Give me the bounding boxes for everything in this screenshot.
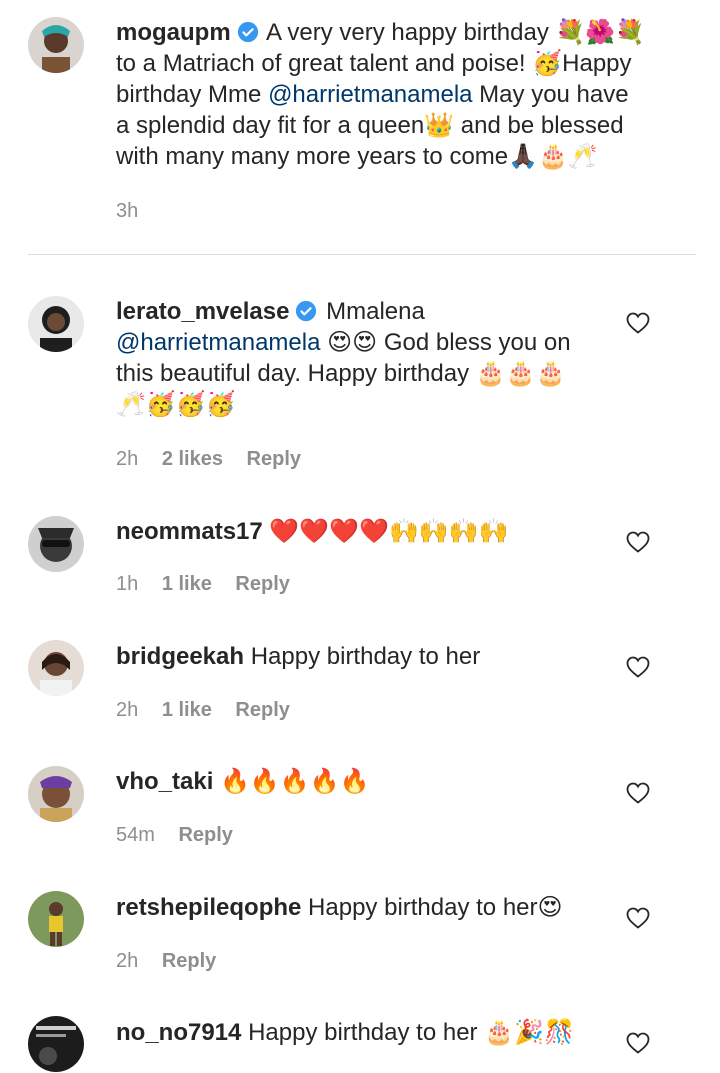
comment-text: 😍😍 God bless you on [320, 329, 571, 356]
username[interactable]: lerato_mvelase [116, 298, 289, 325]
heart-outline-icon[interactable] [626, 907, 650, 929]
comment-body: lerato_mvelase Mmalena @harrietmanamela … [116, 296, 646, 420]
comment-text: May you have [472, 81, 629, 108]
username[interactable]: mogaupm [116, 19, 231, 46]
comment-text: 🔥🔥🔥🔥🔥 [220, 768, 370, 795]
reply-button[interactable]: Reply [235, 699, 289, 721]
avatar-neommats17[interactable] [28, 516, 84, 572]
comment-body: vho_taki 🔥🔥🔥🔥🔥 [116, 766, 646, 797]
divider [28, 254, 696, 255]
timestamp: 2h [116, 448, 139, 470]
avatar-mogaupm[interactable] [28, 17, 84, 73]
comment-body: no_no7914 Happy birthday to her 🎂🎉🎊 [116, 1017, 646, 1048]
comment-meta: 3h [116, 200, 156, 223]
avatar-retshepileqophe[interactable] [28, 891, 84, 947]
comment-body: retshepileqophe Happy birthday to her😍 [116, 892, 646, 923]
comment-text: Happy birthday to her [250, 643, 481, 670]
mention-link[interactable]: @harrietmanamela [268, 81, 472, 108]
likes-count[interactable]: 1 like [162, 699, 212, 721]
comment-meta: 54m Reply [116, 824, 251, 847]
heart-outline-icon[interactable] [626, 656, 650, 678]
username[interactable]: no_no7914 [116, 1019, 241, 1046]
verified-badge-icon [296, 300, 317, 322]
reply-button[interactable]: Reply [247, 448, 301, 470]
username[interactable]: neommats17 [116, 518, 263, 545]
timestamp: 1h [116, 573, 139, 595]
mention-link[interactable]: @harrietmanamela [116, 329, 320, 356]
username[interactable]: retshepileqophe [116, 894, 301, 921]
avatar-vho-taki[interactable] [28, 766, 84, 822]
timestamp: 3h [116, 200, 139, 222]
comment-text: 🥂🥳🥳🥳 [116, 391, 236, 418]
avatar-lerato-mvelase[interactable] [28, 296, 84, 352]
verified-badge-icon [237, 21, 258, 43]
heart-outline-icon[interactable] [626, 312, 650, 334]
comment-text: with many many more years to come🙏🏿🎂🥂 [116, 143, 598, 170]
comment-text: a splendid day fit for a queen👑 and be b… [116, 112, 624, 139]
reply-button[interactable]: Reply [178, 824, 232, 846]
comment-meta: 1h 1 like Reply [116, 573, 308, 596]
timestamp: 2h [116, 950, 139, 972]
comment-text: Happy birthday to her😍 [308, 894, 563, 921]
comment-text: to a Matriach of great talent and poise!… [116, 50, 632, 77]
comment-text: ❤️❤️❤️❤️🙌🙌🙌🙌 [269, 518, 509, 545]
reply-button[interactable]: Reply [235, 573, 289, 595]
comment-text: birthday Mme [116, 81, 269, 108]
timestamp: 54m [116, 824, 155, 846]
comment-body: neommats17 ❤️❤️❤️❤️🙌🙌🙌🙌 [116, 516, 646, 547]
comment-meta: 2h 2 likes Reply [116, 448, 319, 471]
heart-outline-icon[interactable] [626, 782, 650, 804]
username[interactable]: vho_taki [116, 768, 213, 795]
comment-meta: 2h Reply [116, 950, 234, 973]
comment-body: mogaupm A very very happy birthday 💐🌺💐 t… [116, 17, 646, 172]
timestamp: 2h [116, 699, 139, 721]
comment-text: A very very happy birthday 💐🌺💐 [266, 19, 646, 46]
comment-body: bridgeekah Happy birthday to her [116, 641, 646, 672]
comment-text: this beautiful day. Happy birthday 🎂🎂🎂 [116, 360, 566, 387]
heart-outline-icon[interactable] [626, 1032, 650, 1054]
likes-count[interactable]: 1 like [162, 573, 212, 595]
heart-outline-icon[interactable] [626, 531, 650, 553]
comment-meta: 2h 1 like Reply [116, 699, 308, 722]
avatar-no-no7914[interactable] [28, 1016, 84, 1072]
username[interactable]: bridgeekah [116, 643, 244, 670]
reply-button[interactable]: Reply [162, 950, 216, 972]
avatar-bridgeekah[interactable] [28, 640, 84, 696]
likes-count[interactable]: 2 likes [162, 448, 223, 470]
comment-text: Mmalena [326, 298, 425, 325]
comment-text: Happy birthday to her 🎂🎉🎊 [248, 1019, 574, 1046]
